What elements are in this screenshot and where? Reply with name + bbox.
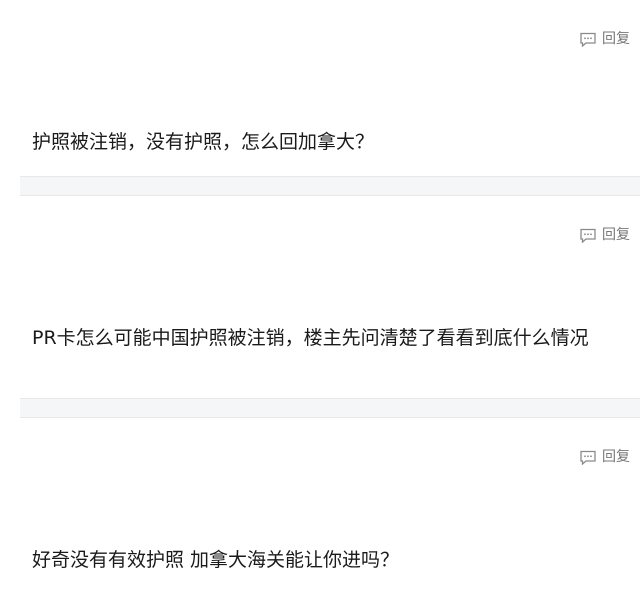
reply-text: 好奇没有有效护照 加拿大海关能让你进吗？ [32,549,400,571]
reply-text: 护照被注销，没有护照，怎么回加拿大？ [32,131,375,153]
reply-label: 回复 [602,31,630,47]
reply-item: 回复 好奇没有有效护照 加拿大海关能让你进吗？ [20,418,640,590]
divider [20,176,640,196]
reply-item: 回复 PR卡怎么可能中国护照被注销，楼主先问清楚了看看到底什么情况 [20,196,640,398]
comment-bubble-icon [580,450,596,465]
reply-button[interactable]: 回复 [579,226,630,244]
reply-item: 回复 护照被注销，没有护照，怎么回加拿大？ [20,0,640,176]
reply-label: 回复 [602,227,630,243]
comment-bubble-icon [580,228,596,243]
reply-button[interactable]: 回复 [579,30,630,48]
reply-list: 回复 护照被注销，没有护照，怎么回加拿大？ 回复 PR卡怎么可能中国护照被注销，… [0,0,640,590]
reply-button[interactable]: 回复 [579,448,630,466]
reply-label: 回复 [602,449,630,465]
divider [20,398,640,418]
reply-text: PR卡怎么可能中国护照被注销，楼主先问清楚了看看到底什么情况 [32,327,589,349]
comment-bubble-icon [580,32,596,47]
